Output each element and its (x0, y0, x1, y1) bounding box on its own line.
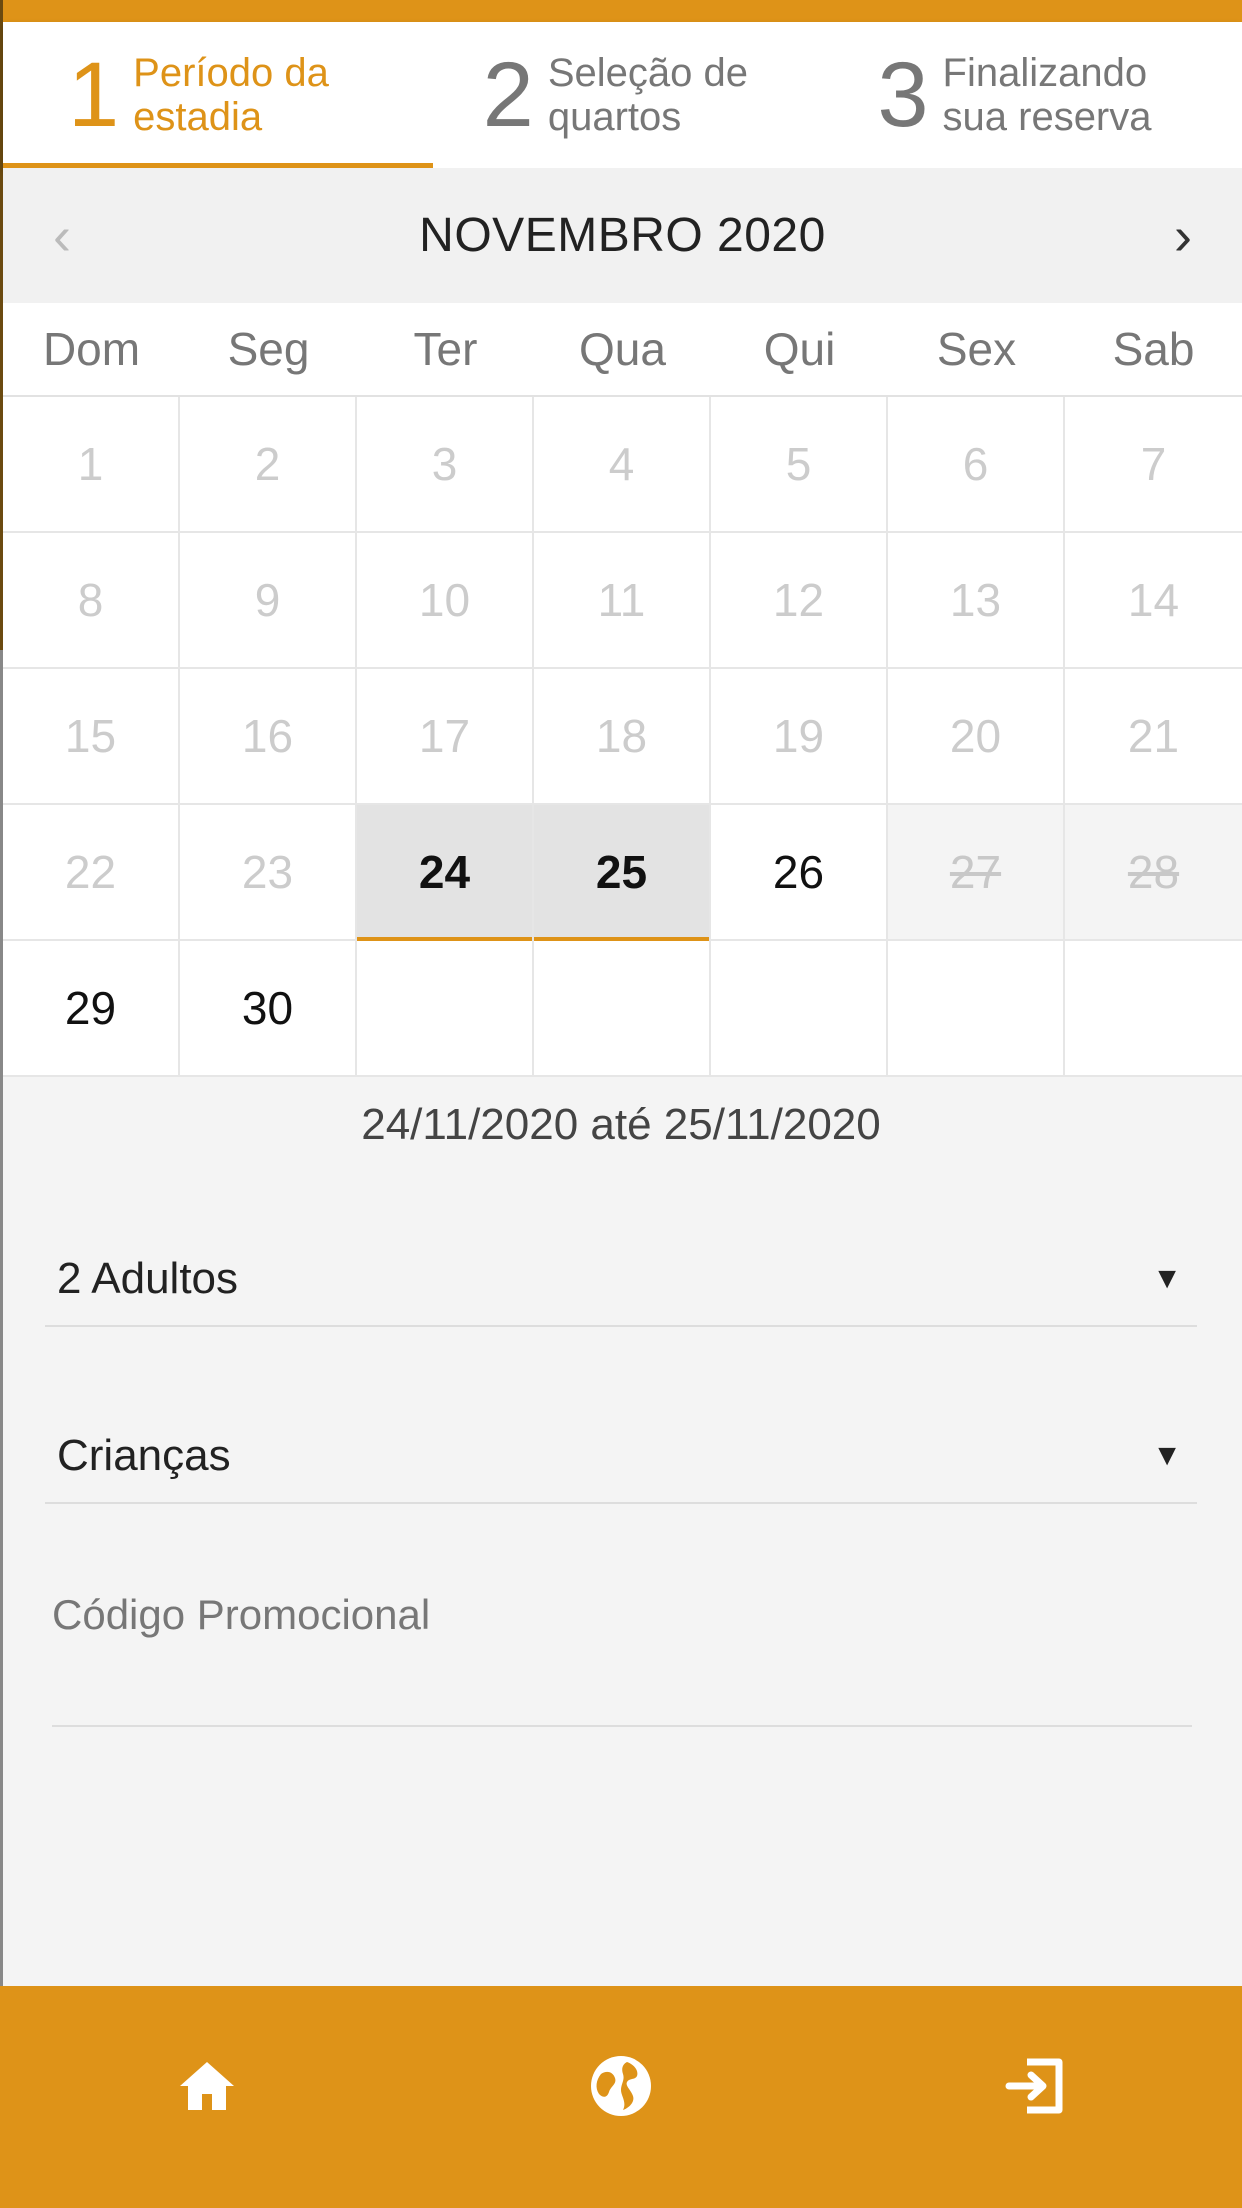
calendar-day: 6 (888, 397, 1065, 533)
calendar-day: 9 (180, 533, 357, 669)
calendar-day: 22 (3, 805, 180, 941)
calendar-empty-cell (357, 941, 534, 1077)
weekday-label: Ter (413, 323, 478, 375)
calendar-day: 18 (534, 669, 711, 805)
booking-stepper: 1 Período da estadia 2 Seleção de quarto… (3, 22, 1242, 168)
weekday-label: Sab (1112, 323, 1195, 375)
step-number: 3 (877, 44, 929, 146)
children-select[interactable]: Crianças ▼ (45, 1410, 1197, 1504)
calendar-day: 14 (1065, 533, 1242, 669)
calendar-day: 28 (1065, 805, 1242, 941)
calendar-day[interactable]: 29 (3, 941, 180, 1077)
chevron-right-icon[interactable]: › (1174, 205, 1192, 267)
promo-code-field (52, 1565, 1192, 1727)
calendar-day: 5 (711, 397, 888, 533)
calendar-day: 16 (180, 669, 357, 805)
calendar-day[interactable]: 25 (534, 805, 711, 941)
calendar-empty-cell (888, 941, 1065, 1077)
weekday-label: Sex (936, 323, 1017, 375)
dropdown-caret-icon: ▼ (1152, 1262, 1182, 1295)
login-button[interactable] (965, 2016, 1105, 2156)
weekday-label: Qui (763, 323, 836, 375)
calendar-day[interactable]: 26 (711, 805, 888, 941)
globe-icon (591, 2056, 651, 2116)
calendar-day: 10 (357, 533, 534, 669)
children-value: Crianças (57, 1431, 231, 1480)
home-icon (180, 2062, 234, 2110)
calendar-day: 8 (3, 533, 180, 669)
calendar-day: 11 (534, 533, 711, 669)
step-label: Seleção de quartos (547, 51, 748, 139)
step-number: 1 (68, 44, 120, 146)
weekday-label: Seg (227, 323, 310, 375)
step-label: Período da estadia (133, 51, 329, 139)
calendar-day: 15 (3, 669, 180, 805)
step-3-finalizing[interactable]: 3 Finalizando sua reserva (847, 22, 1242, 168)
adults-select[interactable]: 2 Adultos ▼ (45, 1233, 1197, 1327)
calendar-day: 2 (180, 397, 357, 533)
home-button[interactable] (137, 2016, 277, 2156)
calendar-day: 27 (888, 805, 1065, 941)
calendar-day: 4 (534, 397, 711, 533)
calendar-day: 1 (3, 397, 180, 533)
selected-range-text: 24/11/2020 até 25/11/2020 (361, 1100, 881, 1149)
step-label: Finalizando sua reserva (942, 51, 1152, 139)
calendar-day: 19 (711, 669, 888, 805)
calendar-empty-cell (1065, 941, 1242, 1077)
calendar-day[interactable]: 30 (180, 941, 357, 1077)
month-title: NOVEMBRO 2020 (419, 209, 826, 262)
calendar-day: 21 (1065, 669, 1242, 805)
calendar-empty-cell (711, 941, 888, 1077)
calendar-day: 20 (888, 669, 1065, 805)
calendar-day: 12 (711, 533, 888, 669)
dropdown-caret-icon: ▼ (1152, 1439, 1182, 1472)
step-2-room-selection[interactable]: 2 Seleção de quartos (433, 22, 848, 168)
month-navigation: ‹ NOVEMBRO 2020 › (3, 168, 1242, 303)
calendar-day: 13 (888, 533, 1065, 669)
promo-code-input[interactable] (52, 1565, 1192, 1665)
login-icon (1005, 2058, 1063, 2114)
calendar-grid: 1 2 3 4 5 6 7 8 9 10 11 12 13 14 15 16 17 18 19 20 21 22 23 24 2… (3, 397, 1242, 1077)
weekday-label: Dom (42, 323, 141, 375)
calendar-day[interactable]: 24 (357, 805, 534, 941)
adults-value: 2 Adultos (57, 1254, 239, 1303)
calendar-day: 17 (357, 669, 534, 805)
bottom-navigation (0, 1986, 1242, 2208)
globe-button[interactable] (551, 2016, 691, 2156)
calendar-day: 7 (1065, 397, 1242, 533)
calendar-empty-cell (534, 941, 711, 1077)
step-1-stay-period[interactable]: 1 Período da estadia (3, 22, 433, 168)
top-accent-strip (0, 0, 1242, 22)
calendar-day: 3 (357, 397, 534, 533)
calendar-day: 23 (180, 805, 357, 941)
chevron-left-icon[interactable]: ‹ (53, 205, 71, 267)
step-number: 2 (482, 44, 534, 146)
weekday-label: Qua (579, 323, 666, 375)
weekday-header: Dom Seg Ter Qua Qui Sex Sab (3, 303, 1242, 397)
